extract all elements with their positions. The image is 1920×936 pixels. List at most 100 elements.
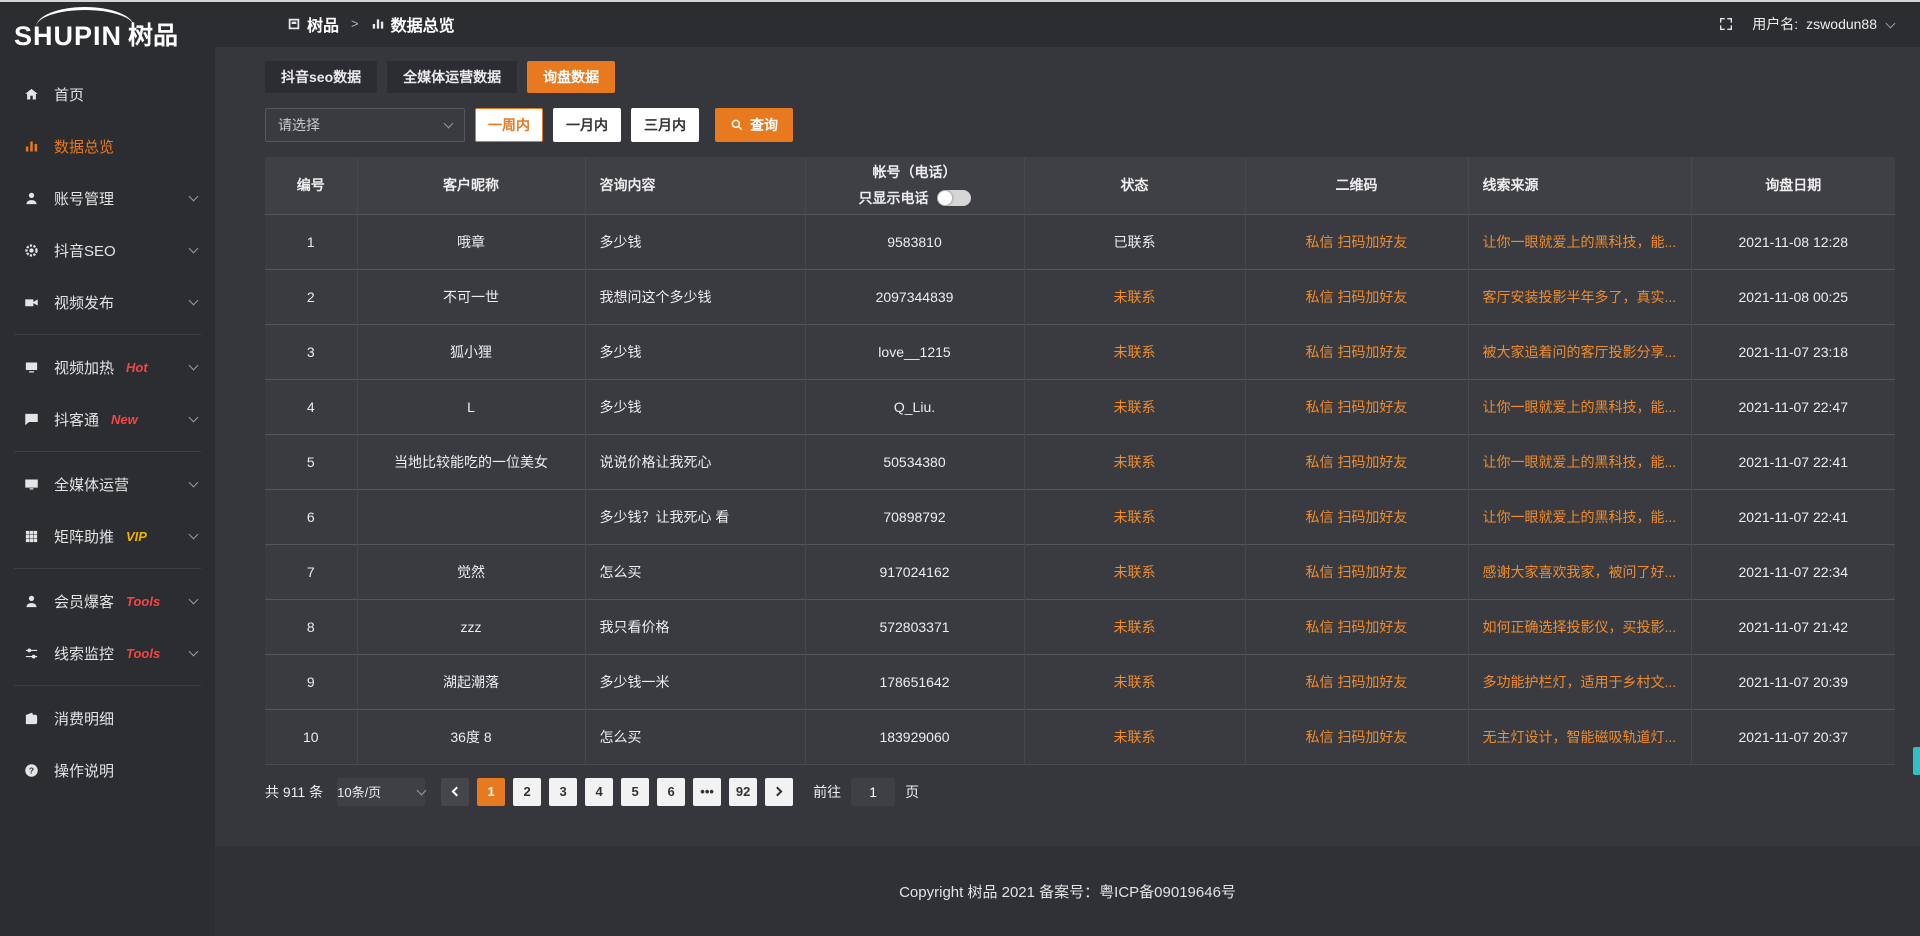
sidebar-item-badge: Hot (126, 360, 148, 375)
row-id: 1 (265, 214, 357, 269)
sidebar-item-clue[interactable]: 线索监控Tools (0, 627, 215, 679)
column-header-4: 状态 (1024, 157, 1245, 214)
table-row: 2不可一世我想问这个多少钱2097344839未联系私信 扫码加好友客厅安装投影… (265, 269, 1895, 324)
qr-private-message-link[interactable]: 私信 (1306, 399, 1334, 415)
qr-private-message-link[interactable]: 私信 (1306, 564, 1334, 580)
page-button-2[interactable]: 2 (513, 778, 541, 806)
fullscreen-icon[interactable] (1718, 16, 1734, 32)
side-widget[interactable] (1913, 747, 1920, 775)
sidebar-item-publish[interactable]: 视频发布 (0, 276, 215, 328)
sidebar-item-matrix[interactable]: 矩阵助推VIP (0, 510, 215, 562)
tab-bar: 抖音seo数据全媒体运营数据询盘数据 (265, 61, 1895, 93)
sidebar-item-badge: Tools (126, 594, 160, 609)
source-link[interactable]: 如何正确选择投影仪，买投影... (1483, 619, 1677, 635)
sidebar-item-media[interactable]: 全媒体运营 (0, 458, 215, 510)
source-link[interactable]: 感谢大家喜欢我家，被问了好... (1483, 564, 1677, 580)
search-button[interactable]: 查询 (715, 108, 793, 142)
qr-private-message-link[interactable]: 私信 (1306, 619, 1334, 635)
qr-scan-add-friend-link[interactable]: 扫码加好友 (1337, 564, 1407, 580)
page-button-6[interactable]: 6 (657, 778, 685, 806)
row-date: 2021-11-07 20:39 (1691, 654, 1895, 709)
row-qr: 私信 扫码加好友 (1245, 214, 1468, 269)
next-page-button[interactable] (765, 778, 793, 806)
qr-private-message-link[interactable]: 私信 (1306, 289, 1334, 305)
period-button-2[interactable]: 三月内 (631, 108, 699, 142)
breadcrumb-root[interactable]: 树品 (307, 12, 339, 36)
prev-page-button[interactable] (441, 778, 469, 806)
phone-only-toggle[interactable] (937, 190, 971, 206)
row-nickname: 湖起潮落 (357, 654, 585, 709)
source-link[interactable]: 被大家追着问的客厅投影分享... (1483, 344, 1677, 360)
sidebar-item-label: 数据总览 (54, 136, 114, 157)
qr-private-message-link[interactable]: 私信 (1306, 234, 1334, 250)
source-link[interactable]: 客厅安装投影半年多了，真实... (1483, 289, 1677, 305)
qr-scan-add-friend-link[interactable]: 扫码加好友 (1337, 729, 1407, 745)
filter-select[interactable]: 请选择 (265, 108, 465, 142)
table-header-row: 编号客户昵称咨询内容帐号（电话）只显示电话状态二维码线索来源询盘日期 (265, 157, 1895, 214)
page-ellipsis-button[interactable]: ••• (693, 778, 721, 806)
row-id: 7 (265, 544, 357, 599)
sidebar-item-label: 抖客通 (54, 409, 99, 430)
filter-bar: 请选择 一周内一月内三月内 查询 (265, 108, 1895, 142)
chevron-down-icon (444, 119, 454, 129)
chevron-down-icon (189, 647, 199, 657)
qr-scan-add-friend-link[interactable]: 扫码加好友 (1337, 399, 1407, 415)
table-body: 1哦章多少钱9583810已联系私信 扫码加好友让你一眼就爱上的黑科技，能...… (265, 214, 1895, 764)
row-qr: 私信 扫码加好友 (1245, 654, 1468, 709)
qr-private-message-link[interactable]: 私信 (1306, 674, 1334, 690)
page-button-5[interactable]: 5 (621, 778, 649, 806)
app-logo[interactable]: SHUPIN 树品 (0, 0, 215, 60)
row-content: 多少钱？让我死心 看 (585, 489, 805, 544)
qr-private-message-link[interactable]: 私信 (1306, 344, 1334, 360)
qr-scan-add-friend-link[interactable]: 扫码加好友 (1337, 619, 1407, 635)
period-buttons: 一周内一月内三月内 (465, 108, 699, 142)
period-button-1[interactable]: 一月内 (553, 108, 621, 142)
qr-scan-add-friend-link[interactable]: 扫码加好友 (1337, 344, 1407, 360)
row-source: 被大家追着问的客厅投影分享... (1468, 324, 1691, 379)
row-source: 多功能护栏灯，适用于乡村文... (1468, 654, 1691, 709)
sidebar-item-consume[interactable]: 消费明细 (0, 692, 215, 744)
tab-2[interactable]: 询盘数据 (527, 61, 615, 93)
goto-page-input[interactable] (851, 778, 895, 806)
chevron-down-icon (189, 296, 199, 306)
row-qr: 私信 扫码加好友 (1245, 379, 1468, 434)
source-link[interactable]: 让你一眼就爱上的黑科技，能... (1483, 399, 1677, 415)
tab-1[interactable]: 全媒体运营数据 (387, 61, 517, 93)
source-link[interactable]: 让你一眼就爱上的黑科技，能... (1483, 234, 1677, 250)
source-link[interactable]: 无主灯设计，智能磁吸轨道灯... (1483, 729, 1677, 745)
page-button-1[interactable]: 1 (477, 778, 505, 806)
source-link[interactable]: 多功能护栏灯，适用于乡村文... (1483, 674, 1677, 690)
pagination: 共 911 条 10条/页 123456•••92 前往 页 (265, 778, 1895, 806)
source-link[interactable]: 让你一眼就爱上的黑科技，能... (1483, 509, 1677, 525)
qr-scan-add-friend-link[interactable]: 扫码加好友 (1337, 674, 1407, 690)
row-id: 9 (265, 654, 357, 709)
sidebar-item-help[interactable]: ?操作说明 (0, 744, 215, 796)
row-account: 2097344839 (805, 269, 1024, 324)
qr-scan-add-friend-link[interactable]: 扫码加好友 (1337, 454, 1407, 470)
qr-private-message-link[interactable]: 私信 (1306, 454, 1334, 470)
sidebar-item-member[interactable]: 会员爆客Tools (0, 575, 215, 627)
qr-scan-add-friend-link[interactable]: 扫码加好友 (1337, 509, 1407, 525)
qr-scan-add-friend-link[interactable]: 扫码加好友 (1337, 234, 1407, 250)
user-menu[interactable]: 用户名: zswodun88 (1752, 14, 1894, 34)
chart-icon (24, 139, 39, 154)
top-edge-line (0, 0, 1920, 2)
period-button-0[interactable]: 一周内 (475, 108, 543, 142)
qr-private-message-link[interactable]: 私信 (1306, 509, 1334, 525)
page-button-4[interactable]: 4 (585, 778, 613, 806)
page-size-select[interactable]: 10条/页 (337, 778, 425, 806)
sidebar-item-overview[interactable]: 数据总览 (0, 120, 215, 172)
sidebar-item-heat[interactable]: 视频加热Hot (0, 341, 215, 393)
sidebar-item-douketong[interactable]: 抖客通New (0, 393, 215, 445)
sidebar-item-account[interactable]: 账号管理 (0, 172, 215, 224)
chevron-down-icon (189, 478, 199, 488)
qr-scan-add-friend-link[interactable]: 扫码加好友 (1337, 289, 1407, 305)
page-button-3[interactable]: 3 (549, 778, 577, 806)
page-button-92[interactable]: 92 (729, 778, 757, 806)
sidebar-item-home[interactable]: 首页 (0, 68, 215, 120)
qr-private-message-link[interactable]: 私信 (1306, 729, 1334, 745)
sidebar-item-seo[interactable]: 抖音SEO (0, 224, 215, 276)
tab-0[interactable]: 抖音seo数据 (265, 61, 377, 93)
sidebar: SHUPIN 树品 首页数据总览账号管理抖音SEO视频发布视频加热Hot抖客通N… (0, 0, 215, 936)
source-link[interactable]: 让你一眼就爱上的黑科技，能... (1483, 454, 1677, 470)
